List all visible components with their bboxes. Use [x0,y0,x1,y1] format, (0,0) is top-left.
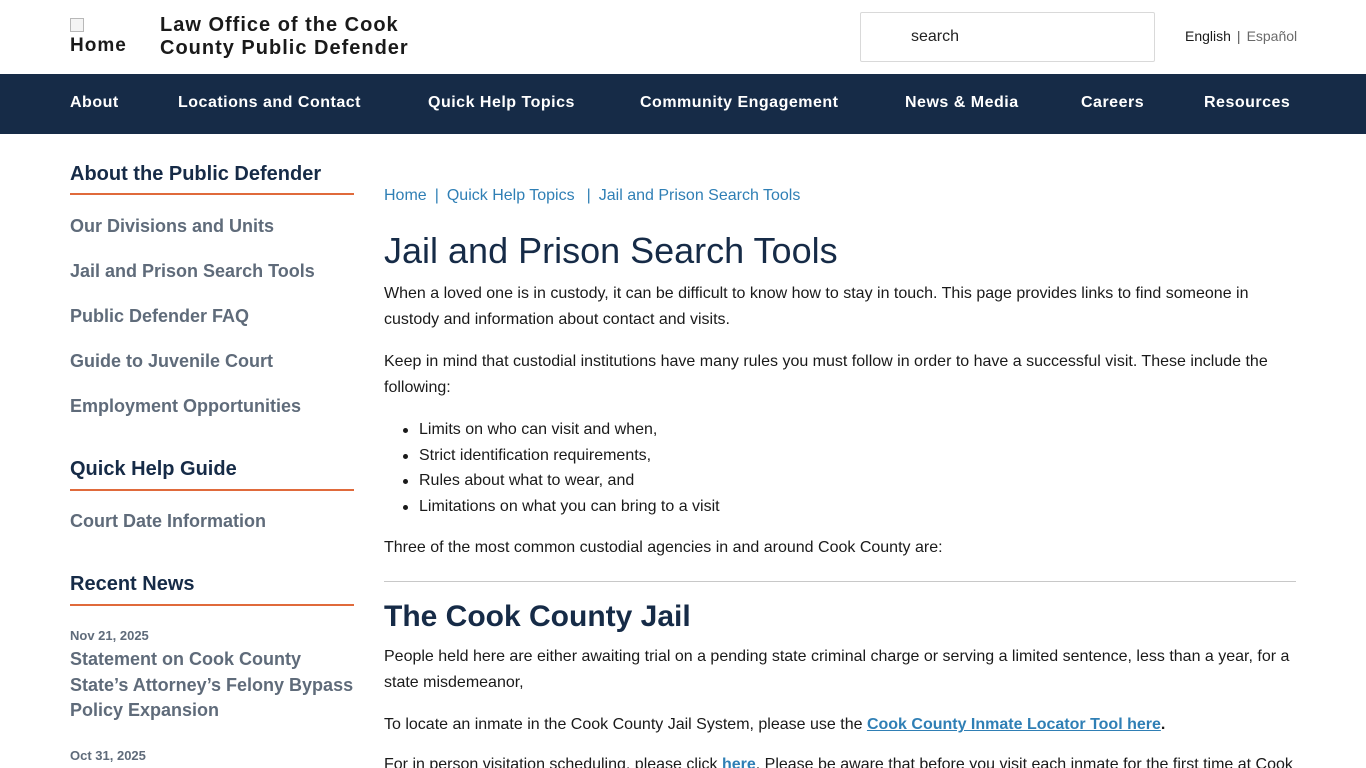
sidebar-divider [70,604,354,606]
site-title[interactable]: Law Office of the Cook County Public Def… [160,14,460,60]
locator-text: To locate an inmate in the Cook County J… [384,716,867,733]
sidebar-heading-quick-help: Quick Help Guide [70,458,237,480]
breadcrumb: Home | Quick Help Topics | Jail and Prison S… [384,187,800,205]
breadcrumb-quick-help[interactable]: Quick Help Topics [447,187,575,204]
nav-locations-and-contact[interactable]: Locations and Contact [178,94,361,112]
jail-description: People held here are either awaiting tri… [384,648,1290,691]
agencies-intro-paragraph: Three of the most common custodial agenc… [384,539,943,556]
language-spanish-link[interactable]: Español [1247,28,1298,44]
sidebar-divider [70,193,354,195]
sidebar-link-jail-search[interactable]: Jail and Prison Search Tools [70,261,315,282]
section-title: The Cook County Jail [384,600,691,633]
home-logo-link[interactable]: Home [70,18,150,58]
list-item: Limitations on what you can bring to a v… [384,494,1284,520]
nav-careers[interactable]: Careers [1081,94,1144,112]
visitation-rest: . Please be aware that before you visit … [755,756,1293,768]
rules-list: Limits on who can visit and when, Strict… [384,417,1284,519]
language-separator: | [1236,28,1241,44]
language-switcher: English | Español [1185,28,1297,44]
sidebar-link-juvenile-court[interactable]: Guide to Juvenile Court [70,351,273,372]
sidebar-link-faq[interactable]: Public Defender FAQ [70,306,249,327]
inmate-locator-link[interactable]: Cook County Inmate Locator Tool here [867,716,1161,733]
nav-about[interactable]: About [70,94,119,112]
locator-paragraph: To locate an inmate in the Cook County J… [384,712,1296,738]
search-input[interactable] [911,25,1131,49]
nav-resources[interactable]: Resources [1204,94,1290,112]
visitation-text: For in person visitation scheduling, ple… [384,756,722,768]
news-date: Nov 21, 2025 [70,628,149,643]
list-item: Rules about what to wear, and [384,468,1284,494]
search-box[interactable] [860,12,1155,62]
intro-paragraph: When a loved one is in custody, it can b… [384,285,1249,328]
visitation-paragraph: For in person visitation scheduling, ple… [384,752,1296,768]
news-link[interactable]: Statement on Cook County State’s Attorne… [70,647,360,724]
list-item: Limits on who can visit and when, [384,417,1284,443]
logo-alt-text: Home [70,35,127,56]
sidebar-link-court-date[interactable]: Court Date Information [70,511,266,532]
rules-intro-paragraph: Keep in mind that custodial institutions… [384,353,1268,396]
breadcrumb-current[interactable]: Jail and Prison Search Tools [599,187,801,204]
breadcrumb-home[interactable]: Home [384,187,427,204]
sidebar-heading-recent-news: Recent News [70,573,195,595]
language-english-link[interactable]: English [1185,28,1231,44]
breadcrumb-separator: | [434,187,439,204]
sidebar-link-employment[interactable]: Employment Opportunities [70,396,301,417]
visitation-link[interactable]: here [722,756,756,768]
broken-image-icon [70,18,84,32]
nav-quick-help-topics[interactable]: Quick Help Topics [428,94,575,112]
news-date: Oct 31, 2025 [70,748,146,763]
nav-news-and-media[interactable]: News & Media [905,94,1019,112]
nav-community-engagement[interactable]: Community Engagement [640,94,838,112]
list-item: Strict identification requirements, [384,443,1284,469]
page-title: Jail and Prison Search Tools [384,230,838,271]
sidebar-heading-about: About the Public Defender [70,163,322,185]
breadcrumb-separator: | [586,187,591,204]
sidebar-divider [70,489,354,491]
section-divider [384,581,1296,582]
locator-period: . [1160,716,1166,733]
site-header: Home Law Office of the Cook County Publi… [0,0,1366,74]
sidebar-link-divisions[interactable]: Our Divisions and Units [70,216,274,237]
main-nav: About Locations and Contact Quick Help T… [0,74,1366,134]
